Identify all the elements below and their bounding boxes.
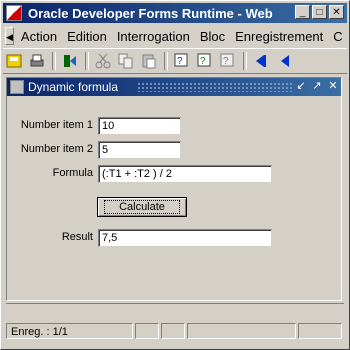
- minimize-button[interactable]: _: [295, 5, 310, 19]
- status-divider: [6, 303, 344, 324]
- oracle-app-icon: [6, 5, 22, 21]
- number1-field[interactable]: 10: [98, 117, 181, 135]
- status-cell-2: [135, 323, 160, 339]
- status-cell-4: [186, 323, 297, 339]
- form-maximize-icon[interactable]: ↗: [311, 79, 323, 92]
- menu-action[interactable]: Action: [16, 29, 62, 44]
- window-title: Oracle Developer Forms Runtime - Web: [28, 5, 273, 21]
- form-minimize-icon[interactable]: ↙: [295, 79, 307, 92]
- svg-text:?: ?: [200, 56, 206, 67]
- status-cell-5: [298, 323, 342, 339]
- svg-text:?: ?: [223, 56, 229, 67]
- menu-enregistrement[interactable]: Enregistrement: [230, 29, 328, 44]
- number2-field[interactable]: 5: [98, 141, 181, 159]
- query-icon[interactable]: ?: [171, 50, 193, 72]
- copy-icon[interactable]: [115, 50, 137, 72]
- previous-block-icon[interactable]: [250, 50, 272, 72]
- previous-record-icon[interactable]: [273, 50, 295, 72]
- title-bar: Oracle Developer Forms Runtime - Web _ □…: [3, 3, 347, 23]
- menu-c[interactable]: C: [328, 29, 347, 44]
- status-bar: Enreg. : 1/1: [6, 323, 344, 341]
- maximize-button[interactable]: □: [312, 5, 327, 19]
- number1-label: Number item 1: [20, 119, 93, 131]
- formula-label: Formula: [52, 167, 93, 179]
- toolbar: ? ? ?: [3, 48, 347, 74]
- form-title: Dynamic formula: [28, 80, 119, 94]
- exit-icon[interactable]: [59, 50, 81, 72]
- calculate-button-label: Calculate: [104, 200, 180, 214]
- menu-bloc[interactable]: Bloc: [195, 29, 230, 44]
- form-window: Dynamic formula ↙ ↗ ✕ Number item 1 10 N…: [6, 77, 342, 301]
- form-window-icon: [10, 80, 24, 94]
- formula-field[interactable]: (:T1 + :T2 ) / 2: [98, 165, 272, 183]
- print-icon[interactable]: [26, 50, 48, 72]
- calculate-button[interactable]: Calculate: [97, 197, 187, 217]
- form-close-icon[interactable]: ✕: [327, 79, 339, 92]
- number2-label: Number item 2: [20, 143, 93, 155]
- menu-interrogation[interactable]: Interrogation: [112, 29, 195, 44]
- form-title-bar: Dynamic formula ↙ ↗ ✕: [7, 78, 341, 96]
- menu-bar: ◀ Action Edition Interrogation Bloc Enre…: [3, 24, 347, 48]
- result-field[interactable]: 7,5: [98, 229, 272, 247]
- menu-scroll-left-icon[interactable]: ◀: [5, 27, 14, 45]
- svg-text:?: ?: [177, 56, 183, 67]
- record-status: Enreg. : 1/1: [6, 323, 134, 339]
- close-button[interactable]: ✕: [329, 5, 344, 19]
- save-icon[interactable]: [3, 50, 25, 72]
- menu-edition[interactable]: Edition: [62, 29, 112, 44]
- app-window: Oracle Developer Forms Runtime - Web _ □…: [0, 0, 350, 350]
- result-label: Result: [61, 231, 93, 243]
- cancel-query-icon[interactable]: ?: [217, 50, 239, 72]
- cut-icon[interactable]: [92, 50, 114, 72]
- status-cell-3: [161, 323, 185, 339]
- execute-query-icon[interactable]: ?: [194, 50, 216, 72]
- paste-icon[interactable]: [138, 50, 160, 72]
